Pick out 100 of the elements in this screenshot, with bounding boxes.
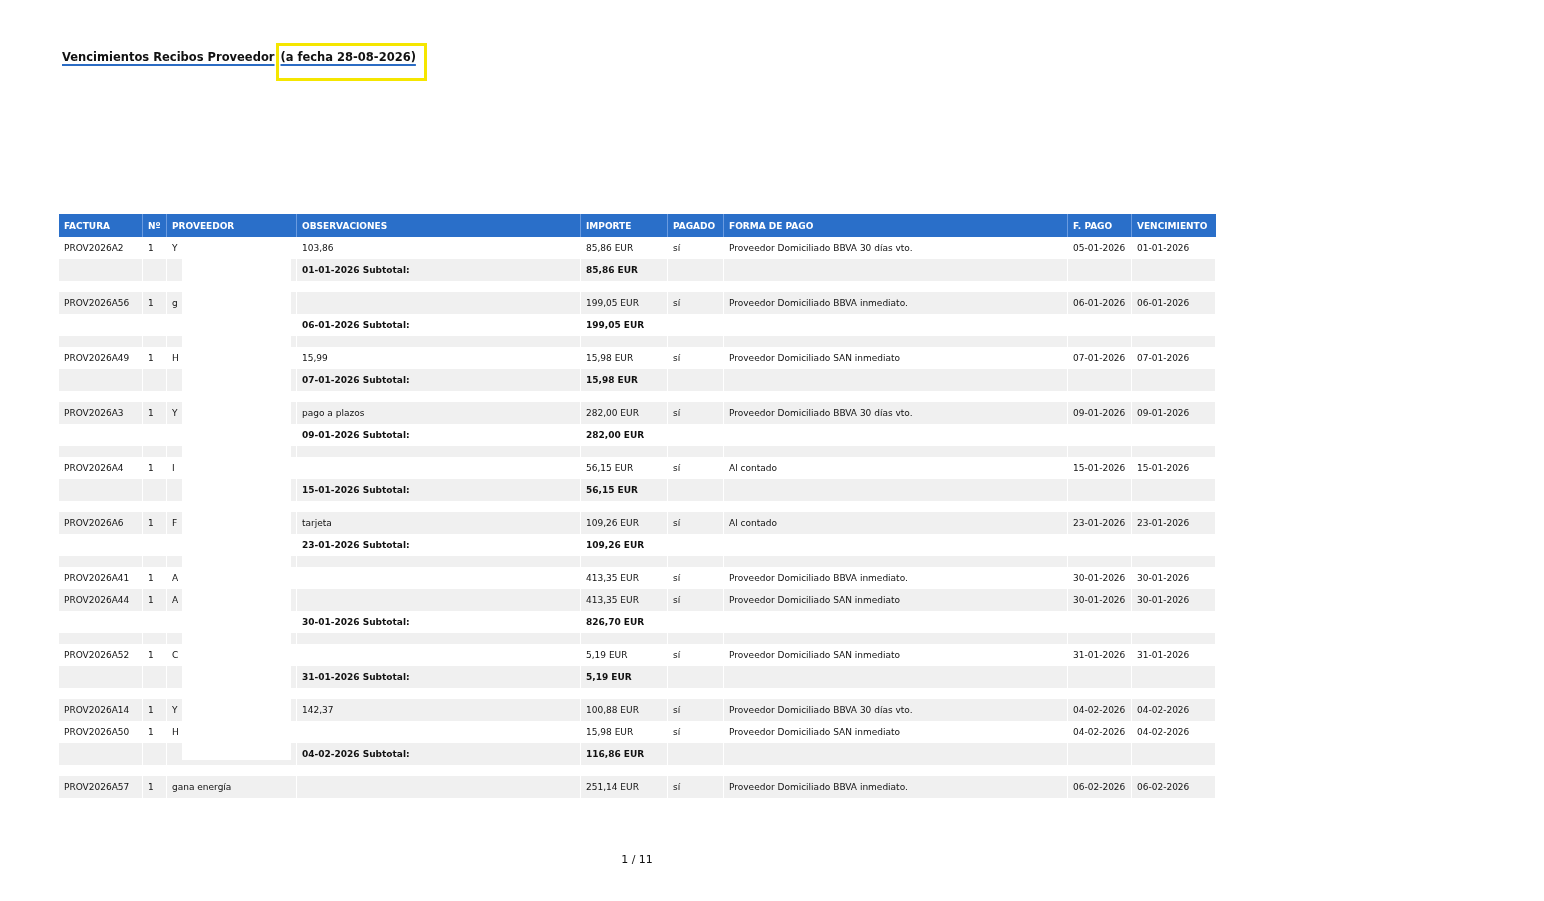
paid-status: sí xyxy=(673,463,681,473)
line-number: 1 xyxy=(148,573,154,583)
invoice-number: PROV2026A6 xyxy=(64,518,124,528)
payment-method: Proveedor Domiciliado SAN inmediato xyxy=(729,727,901,737)
line-number: 1 xyxy=(148,518,154,528)
payment-date: 30-01-2026 xyxy=(1073,595,1126,605)
payment-date: 15-01-2026 xyxy=(1073,463,1126,473)
remarks: pago a plazos xyxy=(302,408,365,418)
amount: 100,88 EUR xyxy=(586,705,639,715)
payment-method: Al contado xyxy=(729,518,777,528)
invoice-number: PROV2026A3 xyxy=(64,408,124,418)
amount: 413,35 EUR xyxy=(586,573,639,583)
due-date: 06-01-2026 xyxy=(1137,298,1190,308)
page-number: 1 / 11 xyxy=(621,853,653,866)
line-number: 1 xyxy=(148,650,154,660)
payment-method: Proveedor Domiciliado BBVA inmediato. xyxy=(729,782,908,792)
line-number: 1 xyxy=(148,298,154,308)
amount: 56,15 EUR xyxy=(586,463,634,473)
paid-status: sí xyxy=(673,353,681,363)
subtotal-label: 04-02-2026 Subtotal: xyxy=(302,749,410,759)
line-number: 1 xyxy=(148,243,154,253)
due-date: 04-02-2026 xyxy=(1137,705,1190,715)
subtotal-amount: 85,86 EUR xyxy=(586,265,638,275)
due-date: 23-01-2026 xyxy=(1137,518,1190,528)
paid-status: sí xyxy=(673,518,681,528)
column-header: OBSERVACIONES xyxy=(297,214,581,237)
report-title: Vencimientos Recibos Proveedor xyxy=(62,50,276,65)
supplier-name: g xyxy=(172,298,178,308)
paid-status: sí xyxy=(673,595,681,605)
due-date: 06-02-2026 xyxy=(1137,782,1190,792)
subtotal-label: 23-01-2026 Subtotal: xyxy=(302,540,410,550)
payment-date: 04-02-2026 xyxy=(1073,727,1126,737)
payment-date: 23-01-2026 xyxy=(1073,518,1126,528)
invoice-number: PROV2026A41 xyxy=(64,573,130,583)
invoice-number: PROV2026A14 xyxy=(64,705,130,715)
subtotal-label: 06-01-2026 Subtotal: xyxy=(302,320,410,330)
paid-status: sí xyxy=(673,727,681,737)
remarks: tarjeta xyxy=(302,518,332,528)
column-header: PROVEEDOR xyxy=(167,214,297,237)
line-number: 1 xyxy=(148,408,154,418)
paid-status: sí xyxy=(673,298,681,308)
paid-status: sí xyxy=(673,705,681,715)
column-header: FACTURA xyxy=(59,214,143,237)
invoice-number: PROV2026A56 xyxy=(64,298,130,308)
subtotal-amount: 15,98 EUR xyxy=(586,375,638,385)
subtotal-amount: 282,00 EUR xyxy=(586,430,645,440)
supplier-name: H xyxy=(172,727,179,737)
supplier-name: C xyxy=(172,650,179,660)
subtotal-label: 01-01-2026 Subtotal: xyxy=(302,265,410,275)
subtotal-amount: 5,19 EUR xyxy=(586,672,632,682)
payment-date: 06-02-2026 xyxy=(1073,782,1126,792)
payment-method: Al contado xyxy=(729,463,777,473)
subtotal-label: 31-01-2026 Subtotal: xyxy=(302,672,410,682)
line-number: 1 xyxy=(148,353,154,363)
column-header: F. PAGO xyxy=(1068,214,1132,237)
due-date: 15-01-2026 xyxy=(1137,463,1190,473)
remarks: 103,86 xyxy=(302,243,334,253)
due-date: 31-01-2026 xyxy=(1137,650,1190,660)
payment-date: 04-02-2026 xyxy=(1073,705,1126,715)
subtotal-amount: 199,05 EUR xyxy=(586,320,645,330)
payment-date: 30-01-2026 xyxy=(1073,573,1126,583)
due-date: 07-01-2026 xyxy=(1137,353,1190,363)
payment-date: 07-01-2026 xyxy=(1073,353,1126,363)
due-date: 01-01-2026 xyxy=(1137,243,1190,253)
amount: 251,14 EUR xyxy=(586,782,639,792)
supplier-name: A xyxy=(172,573,179,583)
payment-method: Proveedor Domiciliado SAN inmediato xyxy=(729,353,901,363)
report-date: (a fecha 28-08-2026) xyxy=(276,43,427,81)
paid-status: sí xyxy=(673,782,681,792)
due-date: 30-01-2026 xyxy=(1137,573,1190,583)
invoice-number: PROV2026A50 xyxy=(64,727,130,737)
payment-method: Proveedor Domiciliado BBVA inmediato. xyxy=(729,298,908,308)
payment-method: Proveedor Domiciliado BBVA 30 días vto. xyxy=(729,408,913,418)
column-header: VENCIMIENTO xyxy=(1132,214,1216,237)
payment-date: 09-01-2026 xyxy=(1073,408,1126,418)
supplier-name: F xyxy=(172,518,178,528)
payment-method: Proveedor Domiciliado SAN inmediato xyxy=(729,650,901,660)
paid-status: sí xyxy=(673,408,681,418)
subtotal-amount: 826,70 EUR xyxy=(586,617,645,627)
subtotal-amount: 56,15 EUR xyxy=(586,485,638,495)
due-date: 04-02-2026 xyxy=(1137,727,1190,737)
amount: 109,26 EUR xyxy=(586,518,639,528)
amount: 5,19 EUR xyxy=(586,650,628,660)
invoice-number: PROV2026A52 xyxy=(64,650,130,660)
supplier-name: I xyxy=(172,463,175,473)
payment-method: Proveedor Domiciliado BBVA inmediato. xyxy=(729,573,908,583)
paid-status: sí xyxy=(673,573,681,583)
paid-status: sí xyxy=(673,243,681,253)
remarks: 142,37 xyxy=(302,705,334,715)
amount: 413,35 EUR xyxy=(586,595,639,605)
supplier-name: A xyxy=(172,595,179,605)
supplier-name: gana energía xyxy=(172,782,232,792)
amount: 85,86 EUR xyxy=(586,243,634,253)
payment-date: 06-01-2026 xyxy=(1073,298,1126,308)
line-number: 1 xyxy=(148,463,154,473)
supplier-name: Y xyxy=(172,705,178,715)
invoice-number: PROV2026A57 xyxy=(64,782,130,792)
column-header: FORMA DE PAGO xyxy=(724,214,1068,237)
invoice-number: PROV2026A4 xyxy=(64,463,124,473)
amount: 282,00 EUR xyxy=(586,408,639,418)
